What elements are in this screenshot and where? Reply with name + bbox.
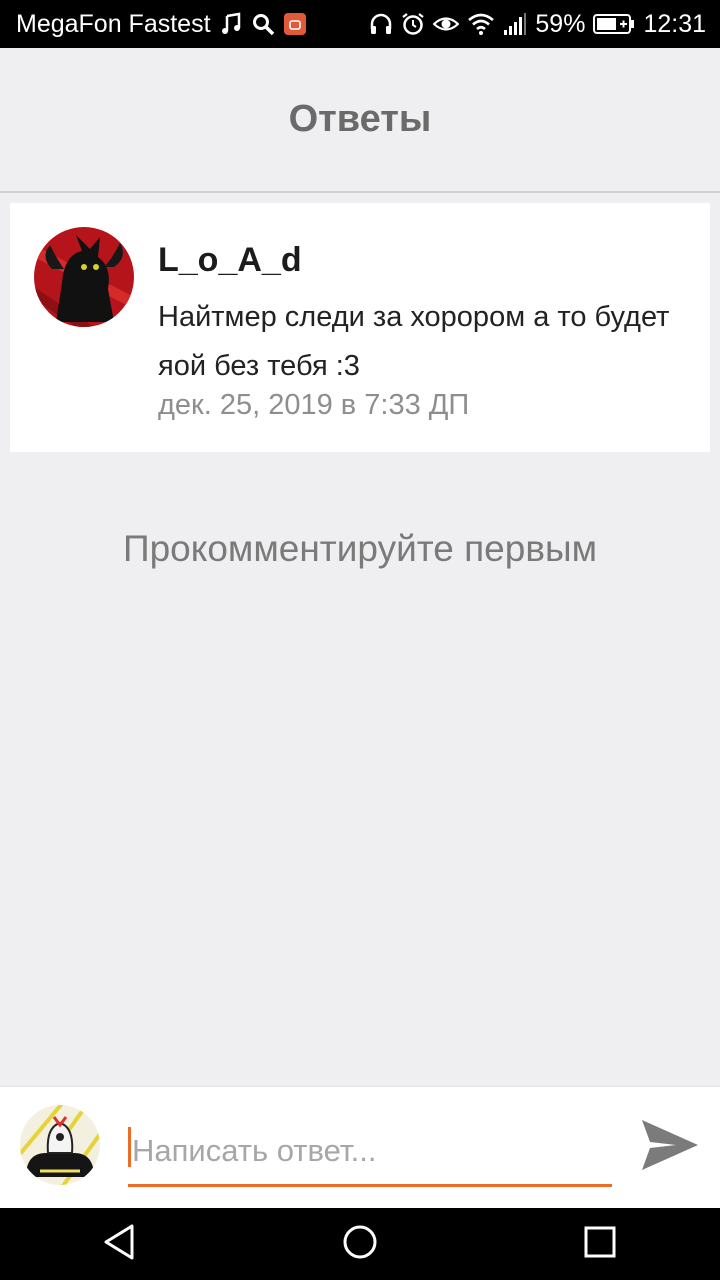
status-bar: MegaFon Fastest 59% 12:31 [0, 0, 720, 48]
comment-author[interactable]: L_o_A_d [158, 241, 302, 280]
battery-percent: 59% [535, 9, 586, 38]
reply-input[interactable] [128, 1117, 612, 1187]
home-button[interactable] [320, 1208, 400, 1280]
headphones-icon [369, 12, 393, 36]
user-avatar[interactable] [20, 1105, 100, 1185]
comment-card: L_o_A_d Найтмер следи за хорором а то бу… [10, 203, 710, 452]
comment-date: дек. 25, 2019 в 7:33 ДП [158, 389, 470, 421]
send-icon [638, 1119, 700, 1179]
music-icon [219, 12, 243, 36]
page-title: Ответы [288, 98, 432, 140]
search-icon [251, 12, 275, 36]
clock: 12:31 [643, 9, 706, 38]
carrier-name: MegaFon Fastest [16, 9, 211, 38]
app-notification-icon [283, 12, 307, 36]
send-button[interactable] [636, 1113, 702, 1179]
empty-state-message: Прокомментируйте первым [122, 528, 598, 569]
author-avatar[interactable] [34, 227, 134, 327]
navigation-bar [0, 1208, 720, 1280]
wifi-icon [467, 12, 495, 36]
status-bar-left: MegaFon Fastest [16, 10, 307, 39]
recents-button[interactable] [560, 1208, 640, 1280]
status-bar-right: 59% 12:31 [369, 10, 706, 39]
alarm-icon [401, 12, 425, 36]
comment-text: Найтмер следи за хорором а то будет яой … [158, 301, 670, 382]
eye-icon [433, 12, 460, 36]
back-button[interactable] [80, 1208, 160, 1280]
home-icon [340, 1222, 380, 1267]
recents-icon [582, 1224, 618, 1265]
reply-bar [0, 1086, 720, 1209]
battery-icon [593, 13, 635, 35]
app-bar: Ответы [0, 48, 720, 193]
signal-icon [503, 12, 527, 36]
back-icon [102, 1222, 138, 1267]
